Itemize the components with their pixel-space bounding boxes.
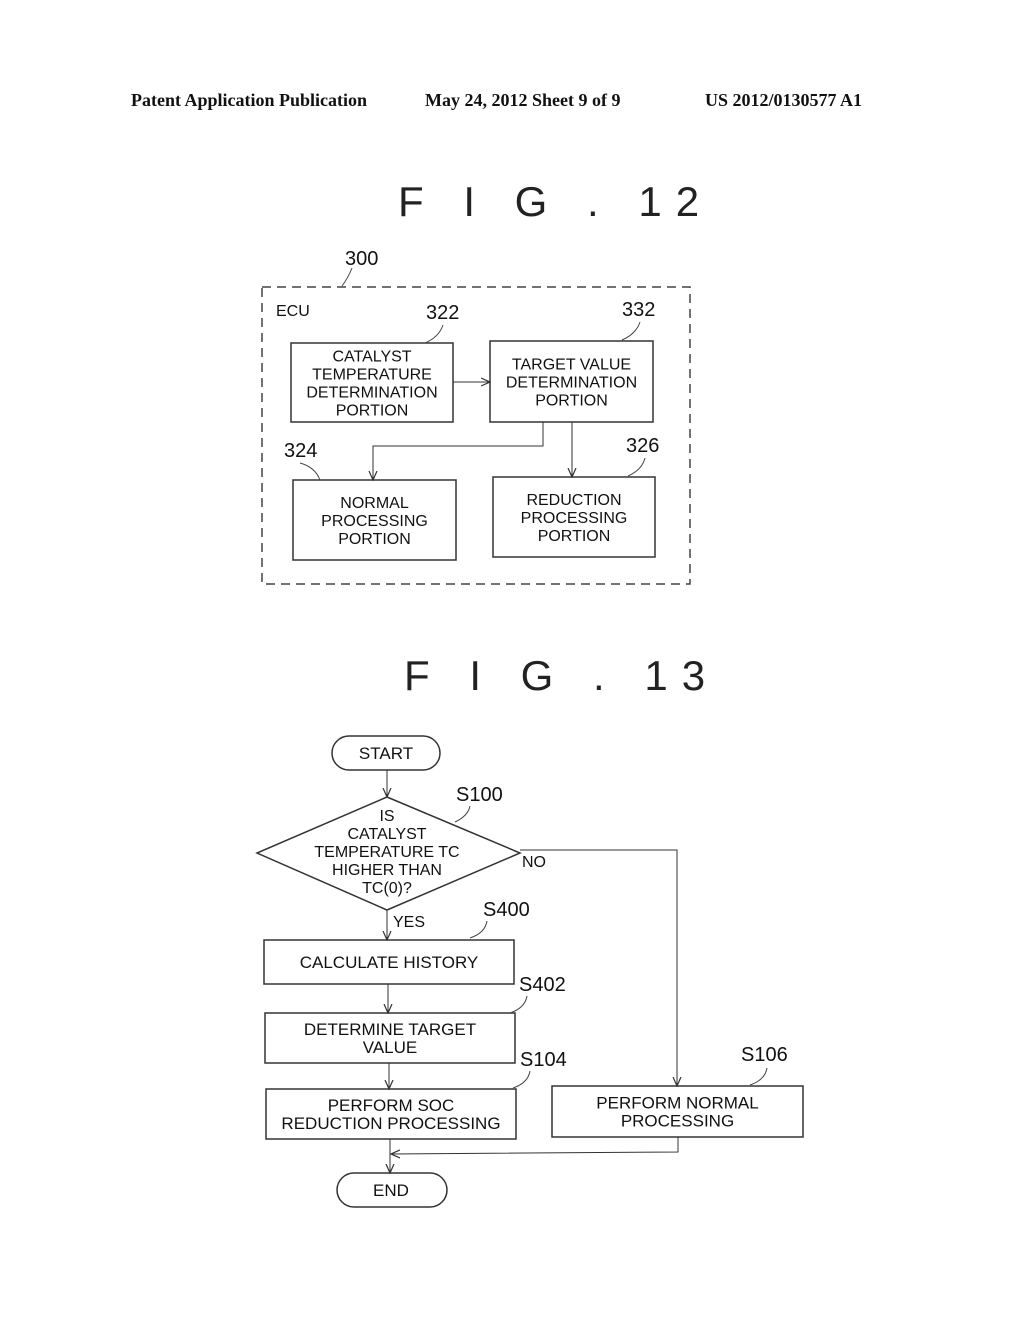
decision-text-line: TC(0)?	[362, 880, 412, 897]
step-S400: CALCULATE HISTORY S400	[263, 899, 530, 985]
decision-text-line: CATALYST	[347, 826, 426, 843]
decision-text-line: TEMPERATURE TC	[314, 844, 459, 861]
fig13-flowchart: START ISCATALYSTTEMPERATURE TCHIGHER THA…	[255, 735, 804, 1208]
no-label: NO	[522, 854, 546, 871]
ref-326: 326	[626, 435, 659, 457]
box-text-line: NORMAL	[340, 495, 409, 512]
yes-label: YES	[393, 914, 425, 931]
leader-300	[341, 267, 353, 287]
ref-s100: S100	[456, 784, 503, 806]
box-text-line: PORTION	[538, 528, 611, 545]
ref-S106: S106	[741, 1044, 788, 1066]
block-332: TARGET VALUEDETERMINATIONPORTION 332	[489, 299, 655, 423]
box-text-line: PORTION	[535, 393, 608, 410]
box-text-line: DETERMINATION	[306, 385, 437, 402]
decision-text-line: HIGHER THAN	[332, 862, 442, 879]
box-text-line: DETERMINATION	[506, 375, 637, 392]
box-text-line: REDUCTION	[526, 492, 621, 509]
box-text-line: PERFORM SOC	[328, 1096, 455, 1115]
box-text-line: PORTION	[338, 531, 411, 548]
box-text-line: PERFORM NORMAL	[596, 1094, 758, 1113]
leader-s100	[454, 805, 471, 823]
ref-322: 322	[426, 302, 459, 324]
diagram-canvas: 300 ECU CATALYSTTEMPERATUREDETERMINATION…	[255, 248, 804, 1208]
box-text-line: PROCESSING	[521, 510, 628, 527]
box-text-line: CATALYST	[332, 349, 411, 366]
ref-S400: S400	[483, 899, 530, 921]
decision-text-line: IS	[379, 808, 394, 825]
block-322: CATALYSTTEMPERATUREDETERMINATIONPORTION 3…	[290, 302, 459, 423]
leader-S402	[509, 995, 528, 1014]
box-text-line: DETERMINE TARGET	[304, 1020, 476, 1039]
box-text-line: PROCESSING	[621, 1112, 734, 1131]
ecu-label: ECU	[276, 303, 310, 320]
box-text-line: VALUE	[363, 1038, 418, 1057]
box-text-line: CALCULATE HISTORY	[300, 953, 479, 972]
box-text-line: PORTION	[336, 403, 409, 420]
fig12-diagram: 300 ECU CATALYSTTEMPERATUREDETERMINATION…	[261, 248, 691, 585]
ref-300: 300	[345, 248, 378, 270]
box-text-line: TARGET VALUE	[512, 357, 631, 374]
leader-324	[299, 462, 321, 481]
end-label: END	[373, 1181, 409, 1200]
box-text-line: TEMPERATURE	[312, 367, 432, 384]
ref-S104: S104	[520, 1049, 567, 1071]
leader-S104	[512, 1070, 531, 1089]
ref-332: 332	[622, 299, 655, 321]
box-text-line: REDUCTION PROCESSING	[281, 1114, 500, 1133]
leader-326	[627, 457, 646, 477]
ref-324: 324	[284, 440, 317, 462]
leader-332	[621, 321, 641, 341]
block-324: NORMALPROCESSINGPORTION 324	[284, 440, 457, 561]
start-label: START	[359, 744, 413, 763]
box-text-line: PROCESSING	[321, 513, 428, 530]
leader-322	[424, 324, 444, 344]
leader-S106	[749, 1067, 768, 1086]
leader-S400	[469, 920, 488, 939]
arrow-332-324	[373, 422, 544, 480]
ref-S402: S402	[519, 974, 566, 996]
block-326: REDUCTIONPROCESSINGPORTION 326	[492, 435, 659, 558]
